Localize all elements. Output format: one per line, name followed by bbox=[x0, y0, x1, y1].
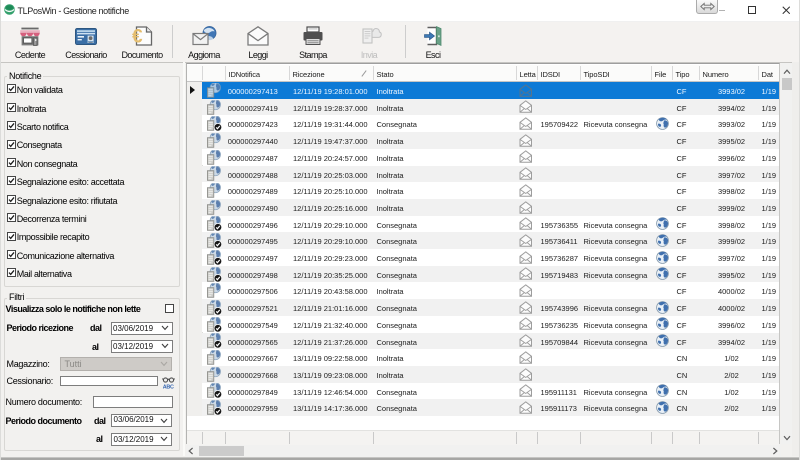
svg-text:ABC: ABC bbox=[163, 384, 174, 389]
svg-text:€: € bbox=[132, 27, 143, 47]
